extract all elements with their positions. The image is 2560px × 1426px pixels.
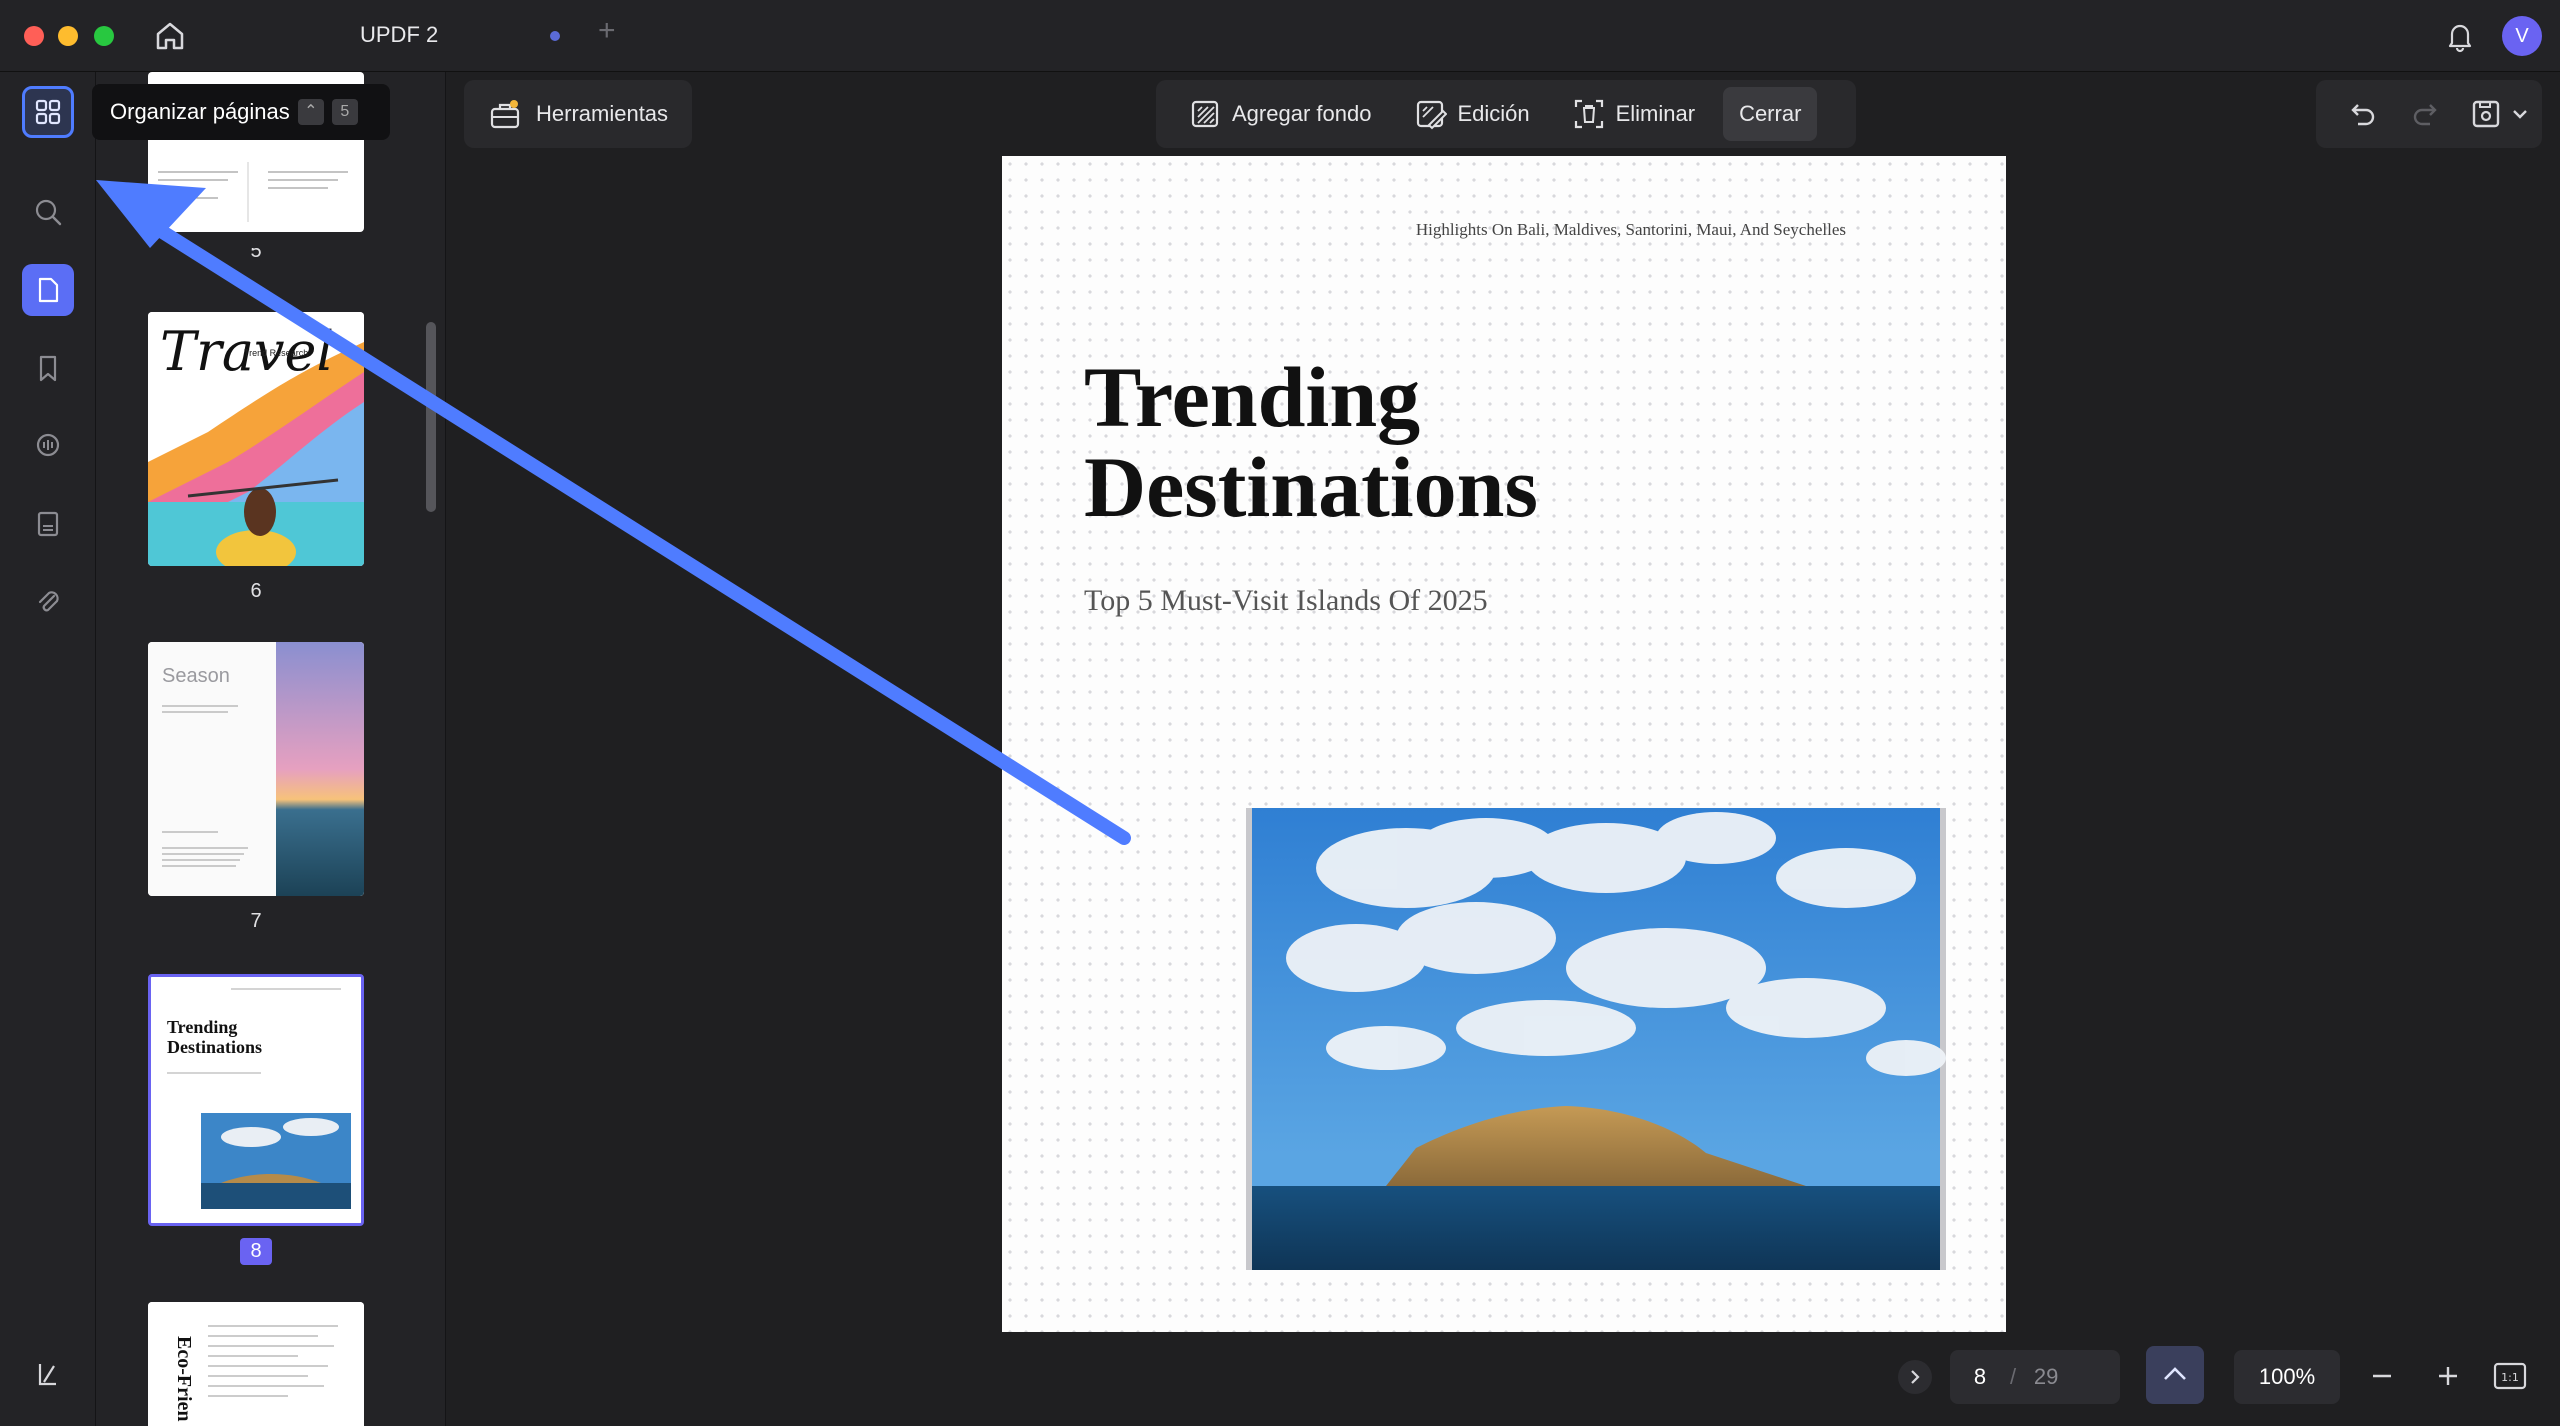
toolbox-icon [490,100,520,129]
attachments-button[interactable] [22,576,74,628]
paperclip-icon [38,591,59,612]
shortcut-key-5: 5 [331,99,358,125]
actual-size-icon[interactable]: 1:1 [2490,1358,2530,1394]
thumbnail-page-9[interactable]: Eco-Frien [148,1302,364,1426]
new-tab-button[interactable]: + [598,14,616,48]
save-icon[interactable] [2468,96,2504,132]
comments-button[interactable] [22,420,74,472]
sidebar-rail [0,72,96,1426]
thumbnail-page-8-selected[interactable]: Trending Destinations [148,974,364,1226]
redo-icon[interactable] [2408,96,2444,132]
grid-icon [35,99,61,125]
organize-pages-button[interactable] [22,86,74,138]
tools-button[interactable]: Herramientas [464,80,693,148]
close-background-button[interactable]: Cerrar [1723,87,1818,141]
add-background-button[interactable]: Agregar fondo [1174,87,1385,141]
thumbnail-page-7[interactable]: Season [148,642,364,896]
thumbnails-button[interactable] [22,264,74,316]
expand-nav-button[interactable] [1898,1360,1932,1394]
current-page-input[interactable]: 8 [1950,1364,2010,1390]
search-button[interactable] [22,186,74,238]
page-navigation-bar: 8 / 29 100% 1:1 [1894,1346,2544,1408]
sidebar-toggle-icon [38,1364,56,1386]
comment-icon [36,433,60,457]
chevron-right-icon [1911,1370,1920,1384]
page-header-text: Highlights On Bali, Maldives, Santorini,… [1415,220,1846,239]
shortcut-key-control: ⌃ [297,99,324,125]
svg-text:Season: Season [162,665,230,687]
background-toolbar: Agregar fondo Edición Eliminar Cerrar [1156,80,1856,148]
add-background-label: Agregar fondo [1232,101,1372,126]
tooltip-label: Organizar páginas [110,99,290,124]
edit-background-icon [1417,100,1448,130]
zoom-in-icon[interactable] [2430,1358,2466,1394]
thumbnail-number-selected: 8 [148,1238,364,1265]
thumbnail-number: 7 [250,910,262,932]
svg-text:Eco-Frien: Eco-Frien [173,1336,195,1422]
history-toolbar [2316,80,2542,148]
svg-text:1:1: 1:1 [2501,1371,2519,1384]
document-tab-title[interactable]: UPDF 2 [360,22,438,48]
thumbnail-number: 5 [250,248,262,262]
svg-text:Trending: Trending [167,1017,237,1037]
page-subtitle: Top 5 Must-Visit Islands Of 2025 [1084,584,1488,617]
minimize-window-button[interactable] [58,26,78,46]
chevron-down-icon[interactable] [2508,96,2532,132]
island-photo [1246,808,1946,1270]
forms-button[interactable] [22,498,74,550]
undo-icon[interactable] [2344,96,2380,132]
svg-text:Destinations: Destinations [167,1037,262,1057]
zoom-level[interactable]: 100% [2234,1350,2340,1404]
notification-bell-icon[interactable] [2442,18,2478,54]
previous-page-button[interactable] [2146,1346,2204,1404]
panel-toggle-button[interactable] [22,1348,74,1400]
bookmarks-button[interactable] [22,342,74,394]
thumbnail-panel: 5 Travel Trend Research 6 Season 7 Trend… [96,72,446,1426]
delete-background-icon [1574,99,1603,129]
thumbnail-page-6[interactable]: Travel Trend Research [148,312,364,566]
thumbnail-scrollbar[interactable] [426,322,436,512]
page-title: Trending Destinations [1084,352,1538,532]
search-icon [35,199,62,226]
form-icon [37,511,59,537]
edit-background-button[interactable]: Edición [1399,87,1543,141]
delete-background-button[interactable]: Eliminar [1558,87,1709,141]
page-title-line1: Trending [1084,349,1421,445]
page-title-line2: Destinations [1084,439,1538,535]
zoom-out-icon[interactable] [2364,1358,2400,1394]
svg-text:Trend Research: Trend Research [244,348,308,358]
page-icon [38,277,59,303]
organize-pages-tooltip: Organizar páginas ⌃ 5 [92,84,390,140]
unsaved-indicator [550,31,560,41]
pdf-page[interactable]: Highlights On Bali, Maldives, Santorini,… [1002,156,2006,1332]
chevron-up-icon [2164,1367,2186,1380]
delete-background-label: Eliminar [1615,101,1696,126]
page-number-box: 8 / 29 [1950,1350,2120,1404]
total-pages: 29 [2033,1364,2059,1389]
tools-label: Herramientas [536,101,669,126]
title-bar: UPDF 2 + V [0,0,2560,72]
bookmark-icon [39,355,57,382]
home-icon[interactable] [150,16,190,56]
close-window-button[interactable] [24,26,44,46]
user-avatar[interactable]: V [2502,16,2542,56]
add-background-icon [1191,100,1219,128]
thumbnail-number: 6 [250,580,262,602]
edit-background-label: Edición [1457,101,1530,126]
maximize-window-button[interactable] [94,26,114,46]
